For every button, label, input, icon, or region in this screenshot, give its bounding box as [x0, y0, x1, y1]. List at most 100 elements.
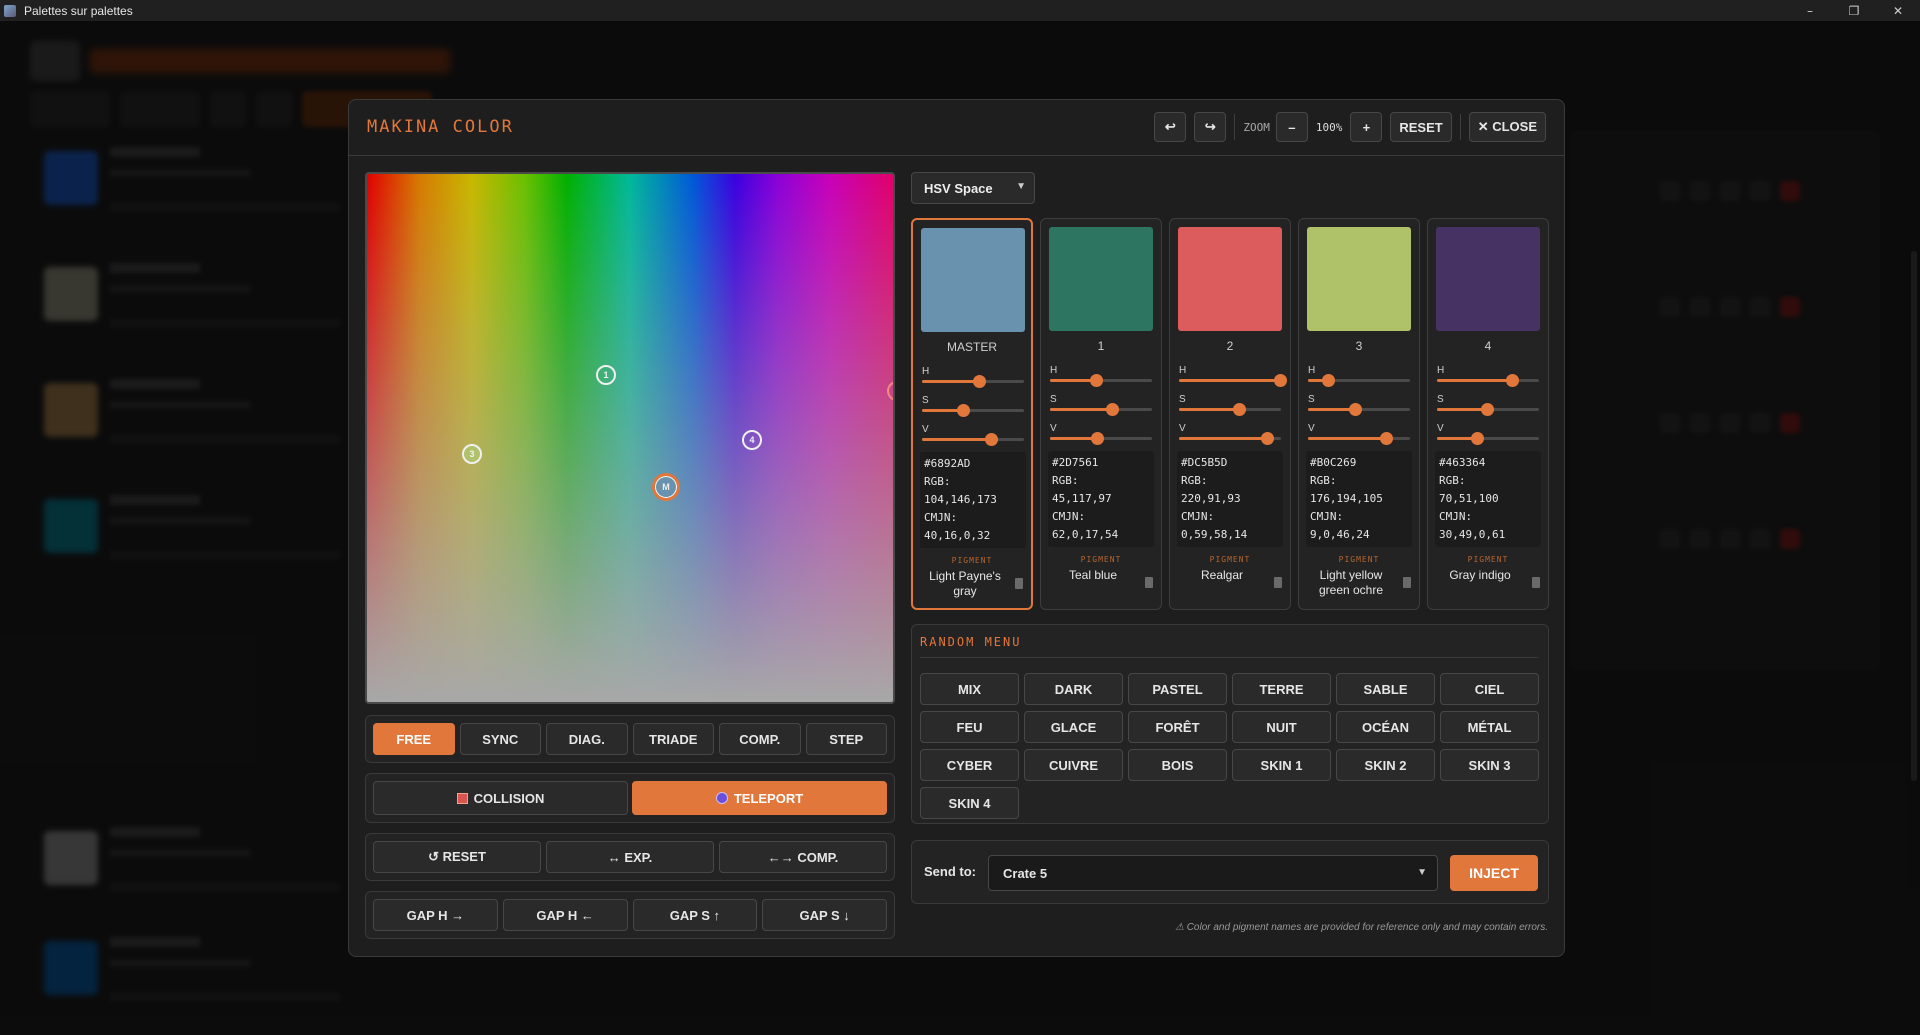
handle-master[interactable]: M: [652, 473, 680, 501]
v-slider-knob[interactable]: [1379, 432, 1393, 445]
color-info-box: #463364 RGB: 70,51,100 CMJN: 30,49,0,61: [1435, 451, 1541, 547]
v-slider-knob[interactable]: [985, 433, 999, 446]
color-card-4[interactable]: 4 H S V #463364 RGB: 70,51,100 CMJN: 30,49,0,61 P…: [1427, 218, 1549, 610]
s-slider-knob[interactable]: [1348, 403, 1362, 416]
v-slider-knob[interactable]: [1090, 432, 1104, 445]
window-close-button[interactable]: ✕: [1876, 0, 1920, 21]
color-swatch[interactable]: [1178, 227, 1282, 331]
copy-icon[interactable]: [1532, 577, 1540, 588]
color-swatch[interactable]: [1436, 227, 1540, 331]
random-cyber-button[interactable]: CYBER: [920, 749, 1019, 781]
mode-triade-button[interactable]: TRIADE: [632, 723, 714, 755]
random-skin-3-button[interactable]: SKIN 3: [1440, 749, 1539, 781]
random-terre-button[interactable]: TERRE: [1232, 673, 1331, 705]
random-océan-button[interactable]: OCÉAN: [1336, 711, 1435, 743]
v-slider[interactable]: [1437, 432, 1539, 445]
mode-comp-button[interactable]: COMP.: [719, 723, 801, 755]
h-slider[interactable]: [1437, 374, 1539, 387]
reset-positions-button[interactable]: ↺ RESET: [373, 841, 541, 873]
v-slider[interactable]: [922, 433, 1024, 446]
inject-button[interactable]: INJECT: [1450, 855, 1538, 891]
color-card-2[interactable]: 2 H S V #DC5B5D RGB: 220,91,93 CMJN: 0,59,58,14 P…: [1169, 218, 1291, 610]
color-card-1[interactable]: 1 H S V #2D7561 RGB: 45,117,97 CMJN: 62,0,17,54 P…: [1040, 218, 1162, 610]
h-slider-knob[interactable]: [1273, 374, 1287, 387]
expand-button[interactable]: ↔ EXP.: [546, 841, 714, 873]
random-pastel-button[interactable]: PASTEL: [1128, 673, 1227, 705]
mode-step-button[interactable]: STEP: [805, 723, 887, 755]
maximize-button[interactable]: ❐: [1832, 0, 1876, 21]
h-slider[interactable]: [1050, 374, 1152, 387]
random-cuivre-button[interactable]: CUIVRE: [1024, 749, 1123, 781]
v-slider-knob[interactable]: [1470, 432, 1484, 445]
collision-toggle[interactable]: COLLISION: [373, 781, 628, 815]
gap-h-left-button[interactable]: GAP H ←: [502, 899, 628, 931]
copy-icon[interactable]: [1015, 578, 1023, 589]
handle-2[interactable]: 2: [887, 381, 893, 401]
v-slider[interactable]: [1308, 432, 1410, 445]
copy-icon[interactable]: [1274, 577, 1282, 588]
s-slider-knob[interactable]: [1480, 403, 1494, 416]
zoom-in-button[interactable]: +: [1350, 112, 1383, 142]
s-slider[interactable]: [1308, 403, 1410, 416]
divider: [1459, 114, 1461, 140]
rgb-label: RGB:: [1439, 474, 1466, 487]
s-slider[interactable]: [1179, 403, 1281, 416]
random-dark-button[interactable]: DARK: [1024, 673, 1123, 705]
random-glace-button[interactable]: GLACE: [1024, 711, 1123, 743]
s-slider-knob[interactable]: [1106, 403, 1120, 416]
gap-h-right-button[interactable]: GAP H →: [373, 899, 498, 931]
random-nuit-button[interactable]: NUIT: [1232, 711, 1331, 743]
random-mix-button[interactable]: MIX: [920, 673, 1019, 705]
s-slider[interactable]: [1050, 403, 1152, 416]
h-slider[interactable]: [1179, 374, 1287, 387]
zoom-out-button[interactable]: –: [1275, 112, 1308, 142]
h-slider-knob[interactable]: [973, 375, 987, 388]
v-slider[interactable]: [1179, 432, 1281, 445]
random-forêt-button[interactable]: FORÊT: [1128, 711, 1227, 743]
color-swatch[interactable]: [1049, 227, 1153, 331]
random-bois-button[interactable]: BOIS: [1128, 749, 1227, 781]
random-skin-1-button[interactable]: SKIN 1: [1232, 749, 1331, 781]
teleport-toggle[interactable]: TELEPORT: [632, 781, 887, 815]
handle-3[interactable]: 3: [462, 444, 482, 464]
color-space-select[interactable]: HSV Space ▼: [911, 172, 1035, 204]
random-ciel-button[interactable]: CIEL: [1440, 673, 1539, 705]
copy-icon[interactable]: [1145, 577, 1153, 588]
v-slider-knob[interactable]: [1260, 432, 1274, 445]
random-skin-4-button[interactable]: SKIN 4: [920, 787, 1019, 819]
close-button[interactable]: ✕ CLOSE: [1468, 112, 1546, 142]
minimize-button[interactable]: –: [1788, 0, 1832, 21]
crate-select[interactable]: Crate 5 ▼: [988, 855, 1438, 891]
color-card-master[interactable]: MASTER H S V #6892AD RGB: 104,146,173 CMJN: 40,1…: [911, 218, 1033, 610]
random-métal-button[interactable]: MÉTAL: [1440, 711, 1539, 743]
gap-s-up-button[interactable]: GAP S ↑: [632, 899, 758, 931]
random-sable-button[interactable]: SABLE: [1336, 673, 1435, 705]
h-slider[interactable]: [922, 375, 1024, 388]
gap-s-down-button[interactable]: GAP S ↓: [762, 899, 887, 931]
random-skin-2-button[interactable]: SKIN 2: [1336, 749, 1435, 781]
mode-sync-button[interactable]: SYNC: [459, 723, 541, 755]
color-swatch[interactable]: [921, 228, 1025, 332]
reset-zoom-button[interactable]: RESET: [1390, 112, 1452, 142]
color-swatch[interactable]: [1307, 227, 1411, 331]
copy-icon[interactable]: [1403, 577, 1411, 588]
hue-saturation-field[interactable]: 1 2 3 4 M: [365, 172, 895, 704]
s-slider[interactable]: [922, 404, 1024, 417]
color-card-3[interactable]: 3 H S V #B0C269 RGB: 176,194,105 CMJN: 9,0,46,24…: [1298, 218, 1420, 610]
redo-button[interactable]: ↪: [1194, 112, 1227, 142]
compress-button[interactable]: ←→ COMP.: [719, 841, 887, 873]
s-slider-knob[interactable]: [956, 404, 970, 417]
h-slider[interactable]: [1308, 374, 1410, 387]
h-slider-knob[interactable]: [1506, 374, 1520, 387]
s-slider[interactable]: [1437, 403, 1539, 416]
h-slider-knob[interactable]: [1089, 374, 1103, 387]
mode-diag-button[interactable]: DIAG.: [546, 723, 628, 755]
handle-1[interactable]: 1: [596, 365, 616, 385]
handle-4[interactable]: 4: [742, 430, 762, 450]
mode-free-button[interactable]: FREE: [373, 723, 455, 755]
undo-button[interactable]: ↩: [1154, 112, 1187, 142]
v-slider[interactable]: [1050, 432, 1152, 445]
random-feu-button[interactable]: FEU: [920, 711, 1019, 743]
h-slider-knob[interactable]: [1322, 374, 1336, 387]
s-slider-knob[interactable]: [1233, 403, 1247, 416]
